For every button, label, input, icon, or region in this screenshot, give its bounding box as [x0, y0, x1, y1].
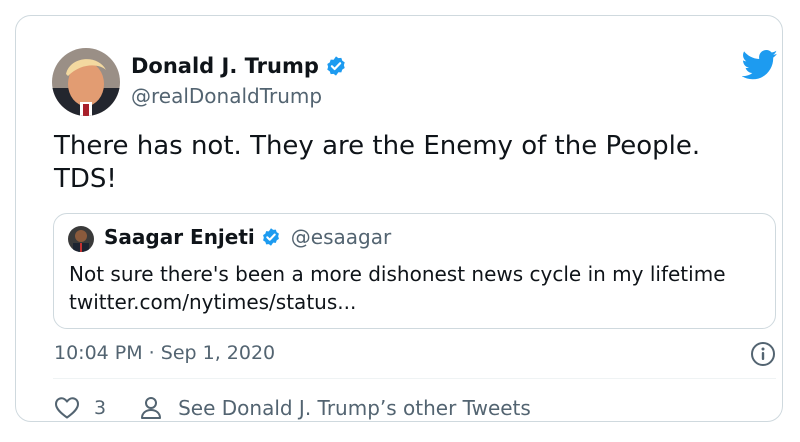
tweet-actions: 3 See Donald J. Trump’s other Tweets: [54, 396, 531, 420]
tweet-card[interactable]: Donald J. Trump @realDonaldTrump There h…: [15, 15, 783, 422]
twitter-bird-icon[interactable]: [742, 50, 778, 80]
author-handle[interactable]: @realDonaldTrump: [131, 84, 322, 108]
see-other-tweets-label: See Donald J. Trump’s other Tweets: [178, 396, 531, 420]
info-icon[interactable]: [750, 341, 776, 367]
tweet-timestamp[interactable]: 10:04 PM · Sep 1, 2020: [54, 342, 275, 364]
verified-badge-icon: [262, 228, 279, 246]
quoted-tweet[interactable]: Saagar Enjeti @esaagar Not sure there's …: [53, 213, 776, 329]
like-count: 3: [94, 397, 107, 419]
see-other-tweets-link[interactable]: See Donald J. Trump’s other Tweets: [140, 396, 531, 420]
quoted-link[interactable]: twitter.com/nytimes/status...: [69, 290, 356, 314]
quoted-author-avatar: [68, 226, 94, 252]
tweet-text-line-1: There has not. They are the Enemy of the…: [54, 131, 701, 161]
person-icon: [141, 397, 162, 419]
divider: [53, 378, 776, 379]
quoted-tweet-text: Not sure there's been a more dishonest n…: [69, 260, 769, 316]
quoted-author-handle: @esaagar: [290, 225, 392, 249]
tweet-text: There has not. They are the Enemy of the…: [54, 130, 774, 196]
quoted-author-name: Saagar Enjeti: [104, 225, 255, 249]
author-name[interactable]: Donald J. Trump: [131, 54, 319, 78]
tweet-text-line-2: TDS!: [54, 164, 117, 194]
verified-badge-icon: [327, 56, 345, 76]
author-avatar[interactable]: [52, 48, 120, 116]
heart-icon[interactable]: [54, 396, 80, 420]
quoted-text-line-1: Not sure there's been a more dishonest n…: [69, 262, 726, 286]
